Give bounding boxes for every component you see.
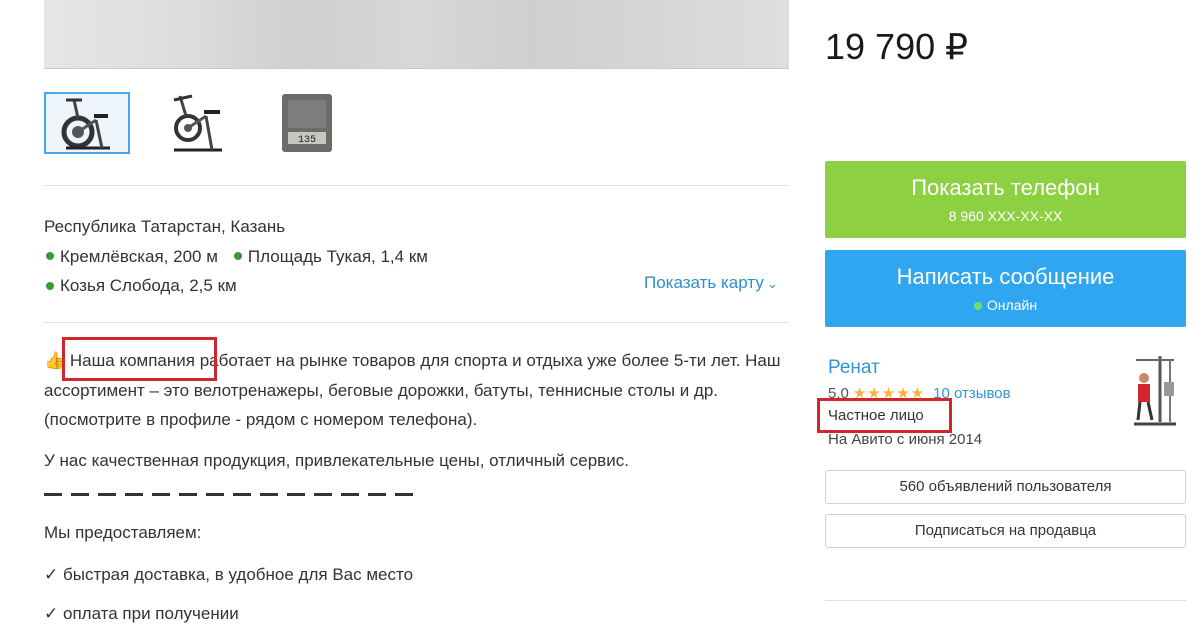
metro-station-label: Площадь Тукая, 1,4 км [247, 246, 428, 266]
checkmark-icon: ✓ [44, 604, 59, 623]
write-message-button[interactable]: Написать сообщение Онлайн [825, 250, 1186, 327]
thumbnail-1[interactable] [44, 92, 130, 154]
thumbnail-3[interactable]: 135 [264, 92, 350, 154]
metro-station-label: Козья Слобода, 2,5 км [60, 276, 237, 295]
thumbnail-strip: 135 [44, 92, 350, 154]
seller-avatar[interactable] [1130, 352, 1178, 428]
highlight-box [817, 398, 952, 433]
dash-mark [206, 492, 224, 496]
thumbnail-2[interactable] [154, 92, 240, 154]
online-label: Онлайн [986, 297, 1038, 313]
online-dot-icon [973, 302, 982, 311]
dash-mark [395, 492, 413, 496]
console-display-image: 135 [282, 94, 332, 152]
dash-mark [98, 492, 116, 496]
divider [825, 600, 1186, 601]
phone-masked: 8 960 XXX-XX-XX [948, 208, 1063, 224]
dash-mark [44, 492, 62, 496]
description-paragraph-2: У нас качественная продукция, привлекате… [44, 450, 629, 470]
metro-line-1: Кремлёвская, 200 м Площадь Тукая, 1,4 км [44, 242, 442, 272]
highlight-box [62, 337, 217, 381]
dash-mark [260, 492, 278, 496]
subscribe-seller-button[interactable]: Подписаться на продавца [825, 514, 1186, 548]
dash-mark [287, 492, 305, 496]
online-status: Онлайн [825, 297, 1186, 313]
location-region: Республика Татарстан, Казань [44, 217, 286, 236]
dash-mark [71, 492, 89, 496]
check-item-text: быстрая доставка, в удобное для Вас мест… [62, 564, 414, 584]
seller-since: На Авито с июня 2014 [828, 431, 983, 448]
check-item: ✓ оплата при получении [44, 599, 794, 629]
metro-dot-icon [46, 281, 54, 290]
user-listings-button[interactable]: 560 объявлений пользователя [825, 470, 1186, 504]
location-block: Республика Татарстан, Казань Кремлёвская… [44, 212, 442, 301]
metro-station-label: Кремлёвская, 200 м [60, 246, 218, 266]
metro-station: Площадь Тукая, 1,4 км [232, 242, 428, 272]
metro-dot-icon [46, 252, 54, 261]
description: 👍 Наша компания работает на рынке товаро… [44, 346, 794, 629]
show-phone-button[interactable]: Показать телефон 8 960 XXX-XX-XX [825, 161, 1186, 238]
dash-mark [341, 492, 359, 496]
show-map-label: Показать карту [644, 273, 764, 292]
write-message-label: Написать сообщение [896, 264, 1115, 289]
metro-line-2: Козья Слобода, 2,5 км [44, 271, 442, 301]
dash-mark [179, 492, 197, 496]
metro-station: Кремлёвская, 200 м [44, 242, 218, 272]
checkmark-icon: ✓ [44, 564, 59, 584]
divider [44, 185, 789, 186]
show-map-link[interactable]: Показать карту ⌄ [644, 273, 778, 293]
dash-mark [314, 492, 332, 496]
price: 19 790 ₽ [825, 26, 969, 67]
metro-dot-icon [233, 252, 242, 261]
dash-separator [44, 484, 794, 504]
check-item-text: оплата при получении [62, 604, 239, 623]
metro-station: Козья Слобода, 2,5 км [44, 271, 237, 301]
check-item: ✓ быстрая доставка, в удобное для Вас ме… [44, 560, 794, 590]
divider [44, 322, 789, 323]
show-phone-label: Показать телефон [911, 175, 1100, 200]
dash-mark [125, 492, 143, 496]
main-photo[interactable] [44, 0, 789, 69]
chevron-down-icon: ⌄ [766, 276, 778, 291]
seller-name[interactable]: Ренат [828, 357, 880, 379]
home-gym-image [1134, 356, 1176, 426]
dash-mark [368, 492, 386, 496]
description-paragraph-3: Мы предоставляем: [44, 523, 202, 542]
dash-mark [233, 492, 251, 496]
exercise-bike-image [61, 98, 110, 150]
console-display-text: 135 [298, 135, 316, 146]
exercise-bike-image [173, 94, 222, 152]
dash-mark [152, 492, 170, 496]
